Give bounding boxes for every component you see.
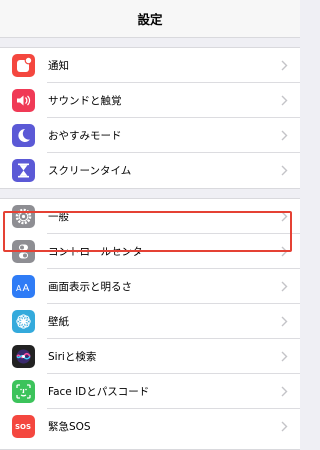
chevron-right-icon (281, 165, 288, 176)
chevron-right-icon (281, 386, 288, 397)
sos-icon: SOS (12, 415, 35, 438)
settings-row-label: おやすみモード (48, 130, 122, 142)
flower-icon (12, 310, 35, 333)
settings-row-label: 一般 (48, 211, 69, 223)
toggles-icon (12, 240, 35, 263)
chevron-right-icon (281, 95, 288, 106)
settings-row-label: 壁紙 (48, 316, 69, 328)
siri-icon (12, 345, 35, 368)
settings-row-sounds[interactable]: サウンドと触覚 (0, 83, 300, 118)
notifications-icon (12, 54, 35, 77)
settings-row-label: Face IDとパスコード (48, 386, 150, 398)
svg-text:A: A (23, 283, 30, 294)
chevron-right-icon (281, 281, 288, 292)
settings-row-do-not-disturb[interactable]: おやすみモード (0, 118, 300, 153)
svg-text:A: A (16, 284, 22, 293)
navigation-bar: 設定 (0, 0, 300, 38)
settings-row-screen-time[interactable]: スクリーンタイム (0, 153, 300, 188)
settings-row-label: サウンドと触覚 (48, 95, 122, 107)
settings-row-label: コントロールセンター (48, 246, 153, 258)
settings-group-2: 一般 コントロールセンター AA 画面表示と明るさ 壁紙 Siriと検索 Fac… (0, 198, 300, 450)
page-title: 設定 (137, 12, 163, 27)
text-size-icon: AA (12, 275, 35, 298)
settings-row-label: スクリーンタイム (48, 165, 132, 177)
moon-icon (12, 124, 35, 147)
settings-row-emergency-sos[interactable]: SOS 緊急SOS (0, 409, 300, 444)
settings-row-label: 画面表示と明るさ (48, 281, 132, 293)
chevron-right-icon (281, 316, 288, 327)
face-id-icon (12, 380, 35, 403)
hourglass-icon (12, 159, 35, 182)
settings-row-general[interactable]: 一般 (0, 199, 300, 234)
svg-text:SOS: SOS (15, 423, 31, 431)
chevron-right-icon (281, 246, 288, 257)
chevron-right-icon (281, 351, 288, 362)
settings-row-label: 緊急SOS (48, 421, 91, 433)
settings-group-1: 通知 サウンドと触覚 おやすみモード スクリーンタイム (0, 47, 300, 189)
settings-row-face-id[interactable]: Face IDとパスコード (0, 374, 300, 409)
speaker-icon (12, 89, 35, 112)
settings-row-display-brightness[interactable]: AA 画面表示と明るさ (0, 269, 300, 304)
chevron-right-icon (281, 211, 288, 222)
gear-icon (12, 205, 35, 228)
settings-row-notifications[interactable]: 通知 (0, 48, 300, 83)
chevron-right-icon (281, 421, 288, 432)
chevron-right-icon (281, 60, 288, 71)
settings-row-control-center[interactable]: コントロールセンター (0, 234, 300, 269)
settings-row-wallpaper[interactable]: 壁紙 (0, 304, 300, 339)
settings-row-label: Siriと検索 (48, 351, 97, 363)
settings-row-siri-search[interactable]: Siriと検索 (0, 339, 300, 374)
settings-row-label: 通知 (48, 60, 69, 72)
chevron-right-icon (281, 130, 288, 141)
